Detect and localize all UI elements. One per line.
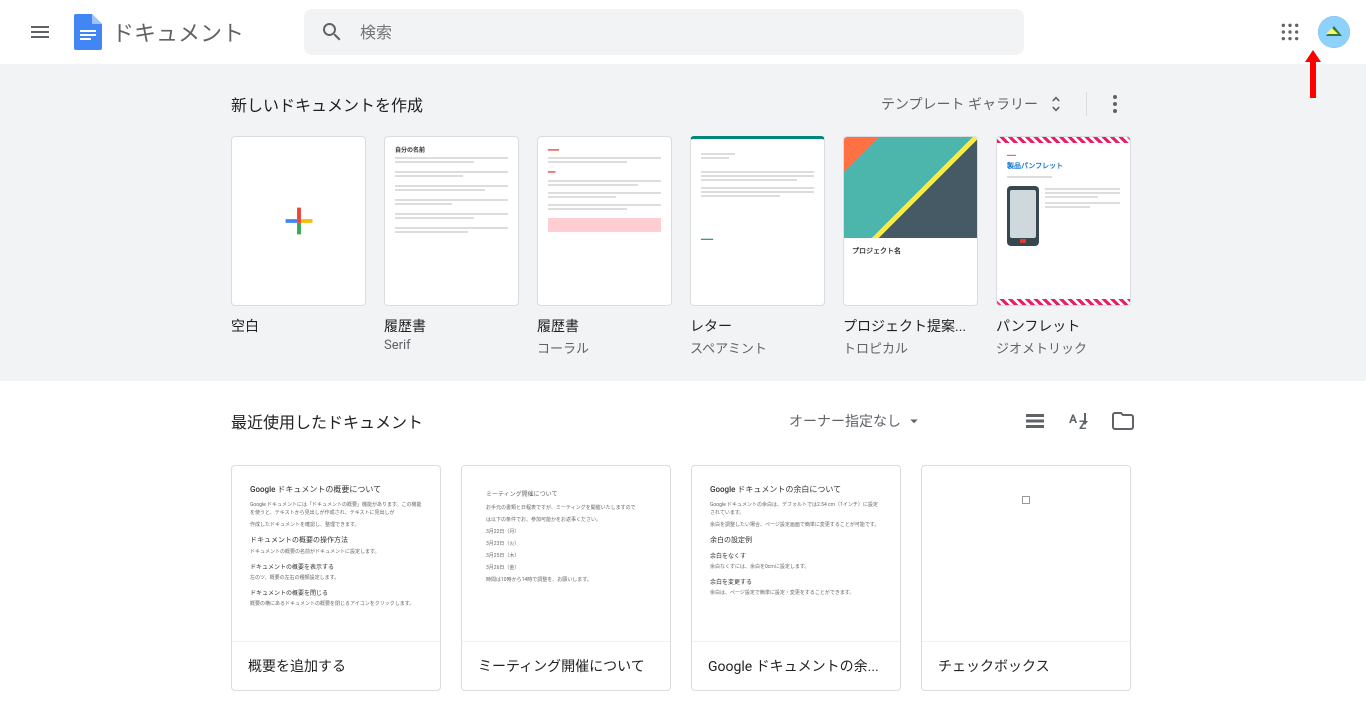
template-resume-serif[interactable]: 自分の名前 履歴書 Serif <box>384 136 519 357</box>
list-icon <box>1023 409 1047 433</box>
svg-text:A: A <box>1069 412 1078 426</box>
divider <box>1086 92 1087 116</box>
template-name: パンフレット <box>996 316 1131 336</box>
template-name: レター <box>690 316 825 336</box>
template-more-button[interactable] <box>1095 84 1135 124</box>
template-name: 履歴書 <box>384 316 519 336</box>
doc-name: チェックボックス <box>938 656 1114 676</box>
docs-logo-icon <box>68 12 108 52</box>
sort-az-icon: AZ <box>1067 409 1091 433</box>
template-name: プロジェクト提案... <box>843 316 978 336</box>
template-section: 新しいドキュメントを作成 テンプレート ギャラリー 空白 <box>0 64 1366 381</box>
filter-label: オーナー指定なし <box>789 411 901 431</box>
folder-icon <box>1111 409 1135 433</box>
template-brochure-geometric[interactable]: ━━━ 製品パンフレット パンフレット ジオメ <box>996 136 1131 357</box>
template-name: 履歴書 <box>537 316 672 336</box>
owner-filter-button[interactable]: オーナー指定なし <box>789 411 923 431</box>
doc-thumbnail: Google ドキュメントの余白について Google ドキュメントの余白は、デ… <box>692 466 900 641</box>
doc-thumbnail: ミーティング開催について お手元の書類と日程表ですが、ミーティングを開催いたしま… <box>462 466 670 641</box>
recent-section-title: 最近使用したドキュメント <box>231 409 423 433</box>
open-folder-button[interactable] <box>1111 409 1135 433</box>
template-sub: ジオメトリック <box>996 338 1131 357</box>
template-sub: トロピカル <box>843 338 978 357</box>
more-vert-icon <box>1103 92 1127 116</box>
template-section-title: 新しいドキュメントを作成 <box>231 92 423 116</box>
doc-thumbnail: Google ドキュメントの概要について Google ドキュメントには「ドキュ… <box>232 466 440 641</box>
logo-area[interactable]: ドキュメント <box>68 12 244 52</box>
sort-button[interactable]: AZ <box>1067 409 1091 433</box>
doc-card[interactable]: ミーティング開催について お手元の書類と日程表ですが、ミーティングを開催いたしま… <box>461 465 671 691</box>
recent-section: 最近使用したドキュメント オーナー指定なし AZ Google ド <box>0 381 1366 707</box>
app-title: ドキュメント <box>112 16 244 48</box>
doc-thumbnail <box>922 466 1130 641</box>
doc-name: 概要を追加する <box>248 656 424 676</box>
gallery-label: テンプレート ギャラリー <box>881 94 1038 114</box>
template-sub: Serif <box>384 338 519 353</box>
template-letter-spearmint[interactable]: ━━━━ レター スペアミント <box>690 136 825 357</box>
template-resume-coral[interactable]: ━━━ ━━ 履歴書 コーラル <box>537 136 672 357</box>
template-sub: コーラル <box>537 338 672 357</box>
template-sub: スペアミント <box>690 338 825 357</box>
template-project-tropical[interactable]: プロジェクト名 プロジェクト提案... トロピカル <box>843 136 978 357</box>
search-icon <box>320 20 344 44</box>
list-view-button[interactable] <box>1023 409 1047 433</box>
plus-icon <box>232 137 365 305</box>
search-input[interactable] <box>360 23 1008 42</box>
google-apps-button[interactable] <box>1270 12 1310 52</box>
template-name: 空白 <box>231 316 366 336</box>
account-avatar[interactable] <box>1318 16 1350 48</box>
doc-card[interactable]: Google ドキュメントの概要について Google ドキュメントには「ドキュ… <box>231 465 441 691</box>
menu-icon <box>28 20 52 44</box>
template-gallery-button[interactable]: テンプレート ギャラリー <box>869 86 1078 122</box>
doc-name: ミーティング開催について <box>478 656 654 676</box>
avatar-icon <box>1318 16 1350 48</box>
doc-name: Google ドキュメントの余... <box>708 656 884 676</box>
main-menu-button[interactable] <box>16 8 64 56</box>
template-blank[interactable]: 空白 <box>231 136 366 357</box>
search-box[interactable] <box>304 9 1024 55</box>
dropdown-icon <box>905 412 923 430</box>
unfold-icon <box>1046 94 1066 114</box>
doc-card[interactable]: Google ドキュメントの余白について Google ドキュメントの余白は、デ… <box>691 465 901 691</box>
apps-grid-icon <box>1280 22 1300 42</box>
doc-card[interactable]: チェックボックス <box>921 465 1131 691</box>
